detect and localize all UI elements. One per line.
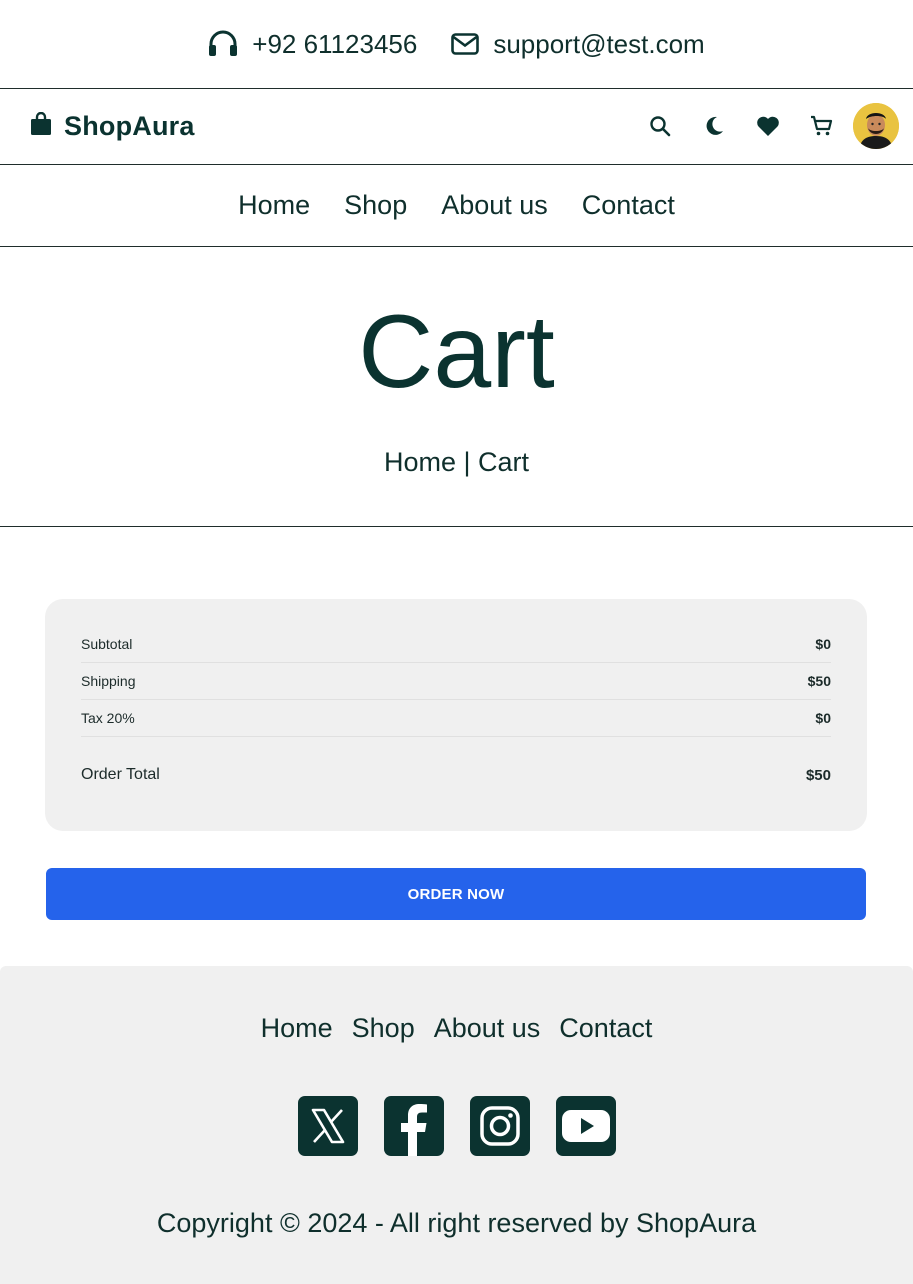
subtotal-value: $0 [815, 636, 831, 652]
x-icon[interactable] [297, 1096, 358, 1156]
tax-value: $0 [815, 710, 831, 726]
order-summary: Subtotal $0 Shipping $50 Tax 20% $0 Orde… [45, 599, 867, 831]
shopping-bag-icon [31, 111, 51, 141]
breadcrumb-current: Cart [478, 447, 530, 477]
summary-row-shipping: Shipping $50 [81, 663, 831, 700]
user-avatar[interactable] [853, 103, 899, 149]
brand-logo[interactable]: ShopAura [31, 111, 195, 142]
heart-icon[interactable] [741, 103, 795, 149]
order-total-value: $50 [805, 766, 831, 784]
summary-row-subtotal: Subtotal $0 [81, 626, 831, 663]
summary-row-total: Order Total $50 [81, 755, 831, 795]
site-header: ShopAura [0, 89, 913, 165]
nav-shop[interactable]: Shop [344, 190, 407, 221]
headphones-icon [208, 30, 238, 58]
footer-nav-about[interactable]: About us [434, 1013, 541, 1044]
footer-nav: Home Shop About us Contact [0, 1013, 913, 1044]
shipping-value: $50 [807, 673, 831, 689]
search-icon[interactable] [633, 103, 687, 149]
cart-icon[interactable] [795, 103, 849, 149]
youtube-icon[interactable] [555, 1096, 616, 1156]
header-actions [633, 103, 899, 149]
site-footer: Home Shop About us Contact Copyright © 2… [0, 966, 913, 1284]
order-total-label: Order Total [81, 766, 160, 783]
social-links [0, 1096, 913, 1156]
email-address: support@test.com [493, 28, 705, 59]
phone-number: +92 61123456 [252, 28, 418, 59]
copyright-text: Copyright © 2024 - All right reserved by… [156, 1208, 757, 1238]
footer-nav-home[interactable]: Home [261, 1013, 333, 1044]
moon-icon[interactable] [687, 103, 741, 149]
subtotal-label: Subtotal [81, 636, 133, 652]
breadcrumb-separator: | [463, 447, 471, 477]
tax-label: Tax 20% [81, 710, 135, 726]
email-contact[interactable]: support@test.com [451, 28, 705, 60]
breadcrumb: Home | Cart [0, 447, 913, 478]
page-title: Cart [358, 294, 555, 410]
order-now-button[interactable]: ORDER NOW [46, 868, 866, 920]
main-nav: Home Shop About us Contact [0, 165, 913, 247]
instagram-icon[interactable] [469, 1096, 530, 1156]
envelope-icon [451, 33, 480, 55]
nav-home[interactable]: Home [238, 190, 310, 221]
footer-nav-shop[interactable]: Shop [352, 1013, 415, 1044]
brand-name: ShopAura [64, 111, 195, 141]
nav-about[interactable]: About us [441, 190, 548, 221]
nav-contact[interactable]: Contact [582, 190, 675, 221]
shipping-label: Shipping [81, 673, 136, 689]
facebook-icon[interactable] [383, 1096, 444, 1156]
phone-contact[interactable]: +92 61123456 [208, 29, 417, 60]
summary-row-tax: Tax 20% $0 [81, 700, 831, 737]
contact-bar: +92 61123456 support@test.com [0, 0, 913, 89]
breadcrumb-home[interactable]: Home [384, 447, 456, 477]
page-hero: Cart Home | Cart [0, 247, 913, 527]
footer-nav-contact[interactable]: Contact [559, 1013, 652, 1044]
